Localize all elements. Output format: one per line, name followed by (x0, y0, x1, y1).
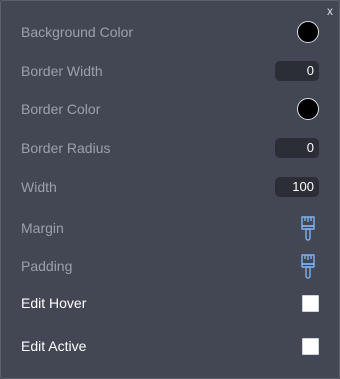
border-color-label: Border Color (21, 101, 101, 117)
padding-label: Padding (21, 258, 73, 274)
row-margin: Margin (21, 214, 319, 242)
width-input[interactable] (275, 177, 319, 197)
border-radius-input[interactable] (275, 138, 319, 158)
width-label: Width (21, 179, 57, 195)
style-settings-panel: x Background Color Border Width Border C… (0, 0, 340, 379)
edit-hover-checkbox[interactable] (302, 294, 319, 312)
border-width-label: Border Width (21, 63, 103, 79)
edit-active-label: Edit Active (21, 338, 87, 354)
edit-hover-label: Edit Hover (21, 295, 87, 311)
row-edit-hover: Edit Hover (21, 289, 319, 317)
padding-paintbrush-icon[interactable] (297, 253, 319, 279)
border-width-input[interactable] (275, 61, 319, 81)
background-color-label: Background Color (21, 24, 134, 40)
row-background-color: Background Color (21, 18, 319, 46)
border-color-swatch[interactable] (297, 98, 319, 120)
margin-label: Margin (21, 220, 64, 236)
row-border-width: Border Width (21, 57, 319, 85)
border-radius-label: Border Radius (21, 140, 111, 156)
row-padding: Padding (21, 252, 319, 280)
row-width: Width (21, 173, 319, 201)
edit-active-checkbox[interactable] (302, 337, 319, 355)
margin-paintbrush-icon[interactable] (297, 215, 319, 241)
background-color-swatch[interactable] (297, 21, 319, 43)
row-edit-active: Edit Active (21, 332, 319, 360)
row-border-radius: Border Radius (21, 134, 319, 162)
row-border-color: Border Color (21, 95, 319, 123)
close-button[interactable]: x (327, 4, 333, 18)
